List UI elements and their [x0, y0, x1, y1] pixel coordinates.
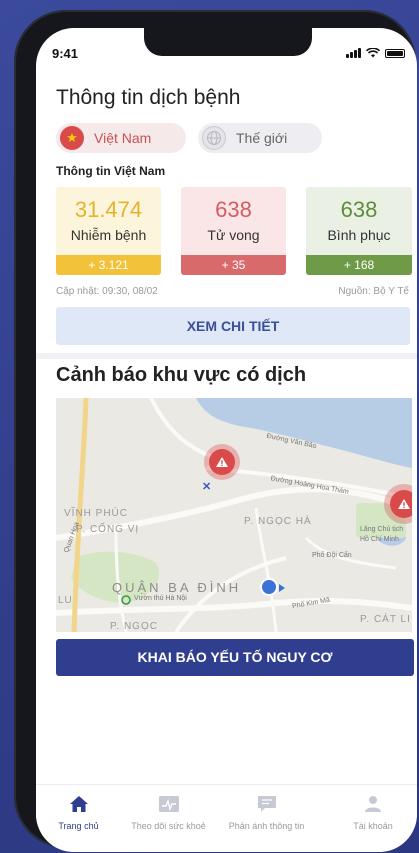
map-label: P. CỐNG VỊ — [76, 524, 140, 535]
tab-report[interactable]: Phản ánh thông tin — [219, 793, 314, 831]
map-label: Phố Đội Cấn — [312, 552, 352, 559]
map-label: Vườn thú Hà Nội — [134, 595, 187, 602]
message-icon — [219, 793, 314, 815]
data-source: Nguồn: Bộ Y Tế — [338, 286, 409, 297]
section-subtitle: Thông tin Việt Nam — [56, 164, 166, 178]
warning-marker-icon[interactable] — [204, 444, 240, 480]
map-label: Lăng Chủ tịch — [360, 526, 404, 533]
stat-card-deaths[interactable]: 638 Tử vong + 35 — [181, 187, 286, 275]
map-label: P. NGỌC — [110, 621, 158, 632]
tab-account-label: Tài khoản — [353, 821, 393, 831]
svg-text:✕: ✕ — [202, 481, 211, 493]
status-time: 9:41 — [52, 46, 79, 61]
map-label: P. CÁT LI — [360, 614, 411, 625]
infected-count: 31.474 — [74, 197, 143, 222]
phone-frame: 9:41 Thông tin dịch bệnh ★ Việt Nam Thế … — [14, 10, 417, 852]
recovered-delta: + 168 — [306, 255, 412, 275]
tab-world[interactable]: Thế giới — [198, 123, 322, 153]
update-time: Cập nhật: 09:30, 08/02 — [56, 286, 158, 297]
app-screen: 9:41 Thông tin dịch bệnh ★ Việt Nam Thế … — [36, 28, 417, 852]
map-label: VĨNH PHÚC — [64, 508, 129, 519]
deaths-delta: + 35 — [181, 255, 286, 275]
tab-report-label: Phản ánh thông tin — [228, 821, 305, 831]
recovered-label: Bình phục — [327, 227, 391, 243]
direction-arrow-icon — [279, 584, 285, 592]
tab-home[interactable]: Trang chủ — [36, 793, 126, 831]
stat-card-infected[interactable]: 31.474 Nhiễm bệnh + 3.121 — [56, 187, 161, 275]
view-detail-button[interactable]: XEM CHI TIẾT — [56, 307, 410, 345]
globe-icon — [202, 126, 226, 150]
deaths-count: 638 — [215, 197, 252, 222]
home-icon — [36, 793, 126, 815]
map-label: QUẬN BA ĐÌNH — [112, 580, 242, 595]
status-icons — [346, 48, 405, 58]
map-label: LU — [58, 595, 73, 606]
signal-icon — [346, 48, 361, 58]
map-label: P. NGỌC HÀ — [244, 516, 312, 527]
tab-health[interactable]: Theo dõi sức khoẻ — [121, 793, 216, 831]
stat-card-recovered[interactable]: 638 Bình phục + 168 — [306, 187, 412, 275]
wifi-icon — [366, 48, 380, 58]
tab-vietnam[interactable]: ★ Việt Nam — [56, 123, 186, 153]
battery-icon — [385, 49, 405, 58]
page-title: Thông tin dịch bệnh — [56, 86, 241, 109]
map-label: Hồ Chí Minh — [360, 536, 399, 543]
infected-label: Nhiễm bệnh — [70, 227, 147, 243]
user-icon — [333, 793, 413, 815]
outbreak-map[interactable]: ✕ VĨNH PHÚC P. CỐNG VỊ P. NGỌC HÀ QUẬN B… — [56, 398, 412, 632]
infected-delta: + 3.121 — [56, 255, 161, 275]
vietnam-flag-icon: ★ — [60, 126, 84, 150]
map-section-title: Cảnh báo khu vực có dịch — [56, 364, 307, 386]
bottom-tab-bar: Trang chủ Theo dõi sức khoẻ Phản ánh thô… — [36, 784, 417, 852]
tab-world-label: Thế giới — [236, 130, 288, 146]
deaths-label: Tử vong — [207, 227, 260, 243]
tab-vietnam-label: Việt Nam — [94, 130, 152, 146]
notch — [144, 28, 312, 56]
health-chart-icon — [121, 793, 216, 815]
section-divider — [36, 353, 417, 359]
declare-risk-button[interactable]: KHAI BÁO YẾU TỐ NGUY CƠ — [56, 639, 414, 676]
recovered-count: 638 — [340, 197, 378, 222]
tab-health-label: Theo dõi sức khoẻ — [131, 821, 206, 831]
tab-home-label: Trang chủ — [58, 821, 99, 831]
tab-account[interactable]: Tài khoản — [333, 793, 413, 831]
current-location-icon — [260, 578, 278, 596]
